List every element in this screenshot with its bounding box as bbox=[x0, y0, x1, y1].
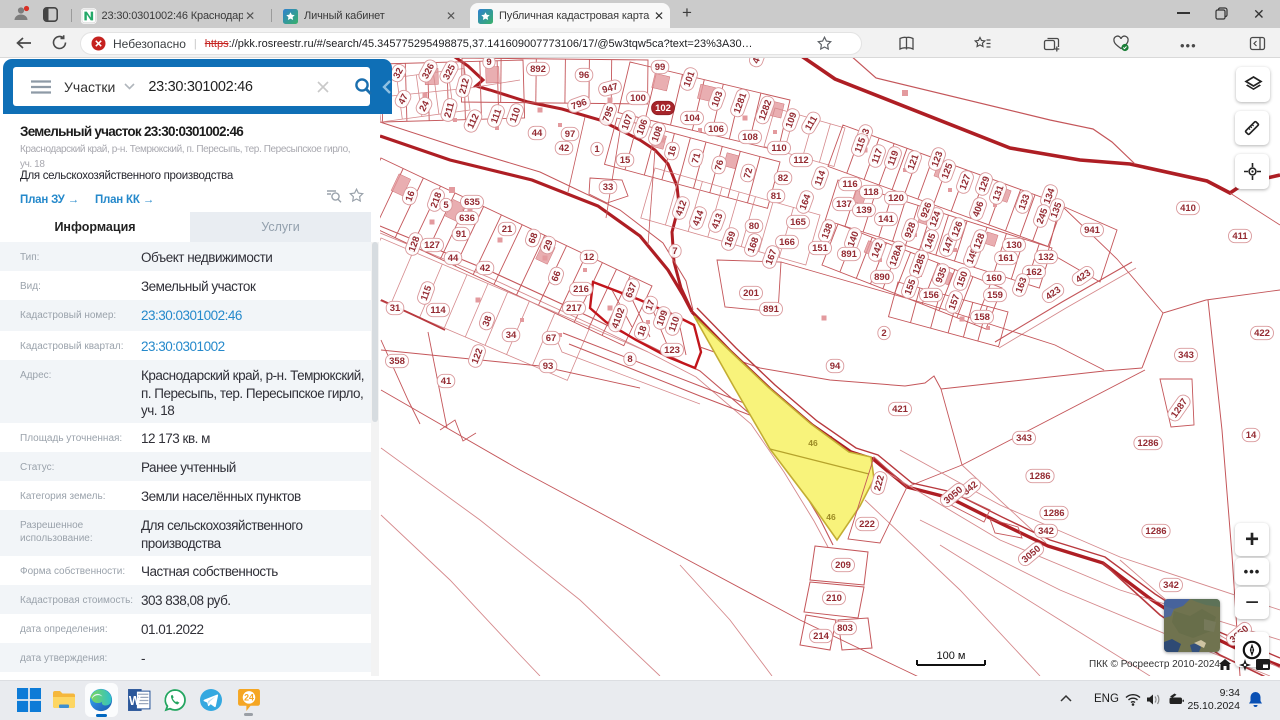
svg-text:159: 159 bbox=[987, 290, 1003, 301]
svg-text:166: 166 bbox=[779, 237, 795, 248]
svg-text:82: 82 bbox=[778, 173, 789, 184]
svg-text:81: 81 bbox=[771, 191, 782, 202]
svg-text:214: 214 bbox=[813, 631, 830, 642]
svg-text:96: 96 bbox=[579, 70, 590, 81]
svg-text:41: 41 bbox=[441, 376, 452, 387]
svg-text:80: 80 bbox=[749, 221, 760, 232]
svg-text:141: 141 bbox=[878, 214, 895, 225]
svg-text:31: 31 bbox=[390, 303, 401, 314]
svg-text:108: 108 bbox=[742, 132, 758, 143]
svg-text:1: 1 bbox=[594, 144, 600, 155]
svg-text:139: 139 bbox=[856, 205, 872, 216]
svg-text:118: 118 bbox=[863, 187, 878, 198]
svg-text:5: 5 bbox=[443, 200, 449, 211]
svg-text:803: 803 bbox=[837, 623, 853, 634]
svg-text:343: 343 bbox=[1016, 433, 1032, 444]
svg-text:210: 210 bbox=[826, 593, 842, 604]
svg-text:116: 116 bbox=[842, 179, 857, 190]
svg-text:151: 151 bbox=[812, 243, 829, 254]
svg-text:42: 42 bbox=[480, 263, 491, 274]
svg-text:222: 222 bbox=[859, 519, 875, 530]
svg-text:123: 123 bbox=[664, 345, 680, 356]
svg-text:342: 342 bbox=[1038, 526, 1054, 537]
svg-text:217: 217 bbox=[566, 303, 582, 314]
svg-text:15: 15 bbox=[620, 155, 631, 166]
svg-text:14: 14 bbox=[1246, 430, 1257, 441]
svg-text:46: 46 bbox=[826, 512, 836, 522]
svg-text:100 м: 100 м bbox=[937, 650, 966, 662]
svg-text:890: 890 bbox=[874, 272, 890, 283]
svg-text:8: 8 bbox=[627, 354, 632, 365]
svg-text:120: 120 bbox=[888, 193, 904, 204]
svg-text:106: 106 bbox=[708, 124, 724, 135]
svg-text:891: 891 bbox=[841, 249, 858, 260]
svg-text:410: 410 bbox=[1180, 203, 1196, 214]
svg-text:112: 112 bbox=[793, 155, 808, 166]
svg-text:114: 114 bbox=[430, 305, 446, 316]
svg-text:104: 104 bbox=[684, 113, 701, 124]
svg-text:99: 99 bbox=[655, 62, 666, 73]
svg-text:91: 91 bbox=[456, 229, 467, 240]
svg-text:97: 97 bbox=[565, 129, 576, 140]
svg-text:93: 93 bbox=[543, 361, 554, 372]
svg-text:421: 421 bbox=[892, 404, 909, 415]
svg-text:358: 358 bbox=[389, 356, 405, 367]
svg-text:132: 132 bbox=[1038, 252, 1054, 263]
svg-text:156: 156 bbox=[923, 290, 939, 301]
svg-text:1286: 1286 bbox=[1145, 526, 1166, 537]
svg-text:12: 12 bbox=[584, 252, 595, 263]
svg-text:44: 44 bbox=[532, 128, 543, 139]
svg-text:201: 201 bbox=[743, 288, 760, 299]
svg-text:342: 342 bbox=[1163, 580, 1179, 591]
svg-text:2: 2 bbox=[881, 328, 886, 339]
svg-text:130: 130 bbox=[1006, 240, 1022, 251]
svg-text:137: 137 bbox=[836, 199, 852, 210]
svg-text:46: 46 bbox=[808, 438, 818, 448]
svg-text:24: 24 bbox=[244, 693, 254, 703]
svg-text:892: 892 bbox=[530, 64, 546, 75]
svg-text:158: 158 bbox=[974, 312, 990, 323]
svg-text:1286: 1286 bbox=[1043, 508, 1064, 519]
svg-text:160: 160 bbox=[986, 273, 1002, 284]
svg-text:161: 161 bbox=[998, 253, 1015, 264]
svg-text:343: 343 bbox=[1178, 350, 1194, 361]
svg-text:216: 216 bbox=[573, 284, 589, 295]
svg-text:33: 33 bbox=[603, 182, 614, 193]
svg-text:635: 635 bbox=[464, 197, 481, 208]
svg-text:67: 67 bbox=[546, 333, 557, 344]
svg-text:127: 127 bbox=[424, 240, 440, 251]
svg-text:9: 9 bbox=[486, 58, 491, 68]
svg-text:7: 7 bbox=[672, 246, 677, 257]
svg-text:411: 411 bbox=[1232, 231, 1248, 242]
svg-text:W: W bbox=[129, 694, 141, 708]
svg-text:1286: 1286 bbox=[1029, 471, 1050, 482]
svg-text:165: 165 bbox=[790, 217, 807, 228]
svg-text:94: 94 bbox=[830, 361, 841, 372]
svg-text:44: 44 bbox=[448, 253, 459, 264]
svg-text:110: 110 bbox=[771, 143, 786, 154]
svg-text:21: 21 bbox=[502, 224, 513, 235]
svg-text:891: 891 bbox=[763, 304, 780, 315]
svg-text:941: 941 bbox=[1084, 225, 1101, 236]
svg-text:34: 34 bbox=[506, 330, 517, 341]
svg-text:42: 42 bbox=[559, 143, 570, 154]
svg-text:422: 422 bbox=[1254, 328, 1270, 339]
svg-text:636: 636 bbox=[459, 213, 475, 224]
svg-text:1286: 1286 bbox=[1137, 438, 1158, 449]
svg-text:100: 100 bbox=[630, 93, 646, 104]
svg-text:209: 209 bbox=[835, 560, 851, 571]
svg-text:102: 102 bbox=[655, 103, 671, 114]
